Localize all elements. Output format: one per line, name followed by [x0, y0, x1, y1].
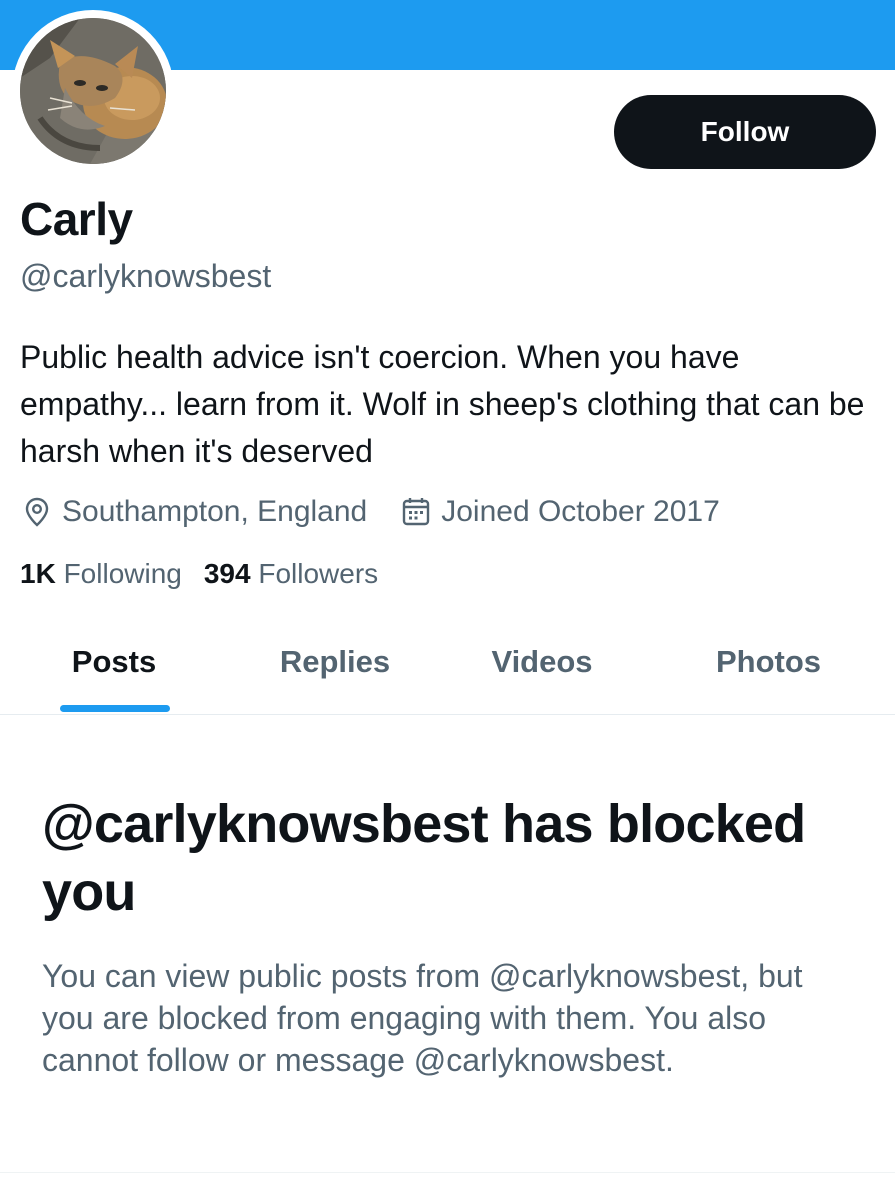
avatar-cat-photo: [20, 18, 166, 164]
joined-item: Joined October 2017: [399, 495, 720, 529]
following-count: 1K: [20, 558, 56, 589]
follow-button[interactable]: Follow: [614, 95, 876, 169]
calendar-icon: [399, 495, 433, 529]
location-text: Southampton, England: [62, 495, 368, 528]
avatar-ring: [12, 10, 174, 172]
followers-label: Followers: [258, 558, 379, 589]
tab-posts-label: Posts: [71, 644, 157, 679]
active-tab-indicator: [60, 705, 170, 712]
following-link[interactable]: 1K Following: [20, 558, 182, 590]
tab-posts[interactable]: Posts: [0, 630, 228, 714]
tab-videos-label: Videos: [491, 644, 593, 679]
following-label: Following: [63, 558, 182, 589]
tab-photos[interactable]: Photos: [642, 630, 895, 714]
avatar[interactable]: [20, 18, 166, 164]
location-pin-icon: [20, 495, 54, 529]
tab-photos-label: Photos: [715, 644, 822, 679]
profile-name: Carly: [20, 193, 133, 245]
blocked-title: @carlyknowsbest has blocked you: [42, 794, 806, 922]
joined-text: Joined October 2017: [441, 495, 720, 528]
location-item: Southampton, England: [20, 495, 367, 529]
tab-videos[interactable]: Videos: [442, 630, 642, 714]
tab-replies-label: Replies: [279, 644, 391, 679]
profile-handle: @carlyknowsbest: [20, 258, 272, 294]
profile-stats: 1K Following 394 Followers: [20, 558, 378, 590]
blocked-body: You can view public posts from @carlykno…: [42, 958, 803, 1078]
profile-meta: Southampton, England Joined October 2017: [20, 490, 720, 534]
profile-tabs: Posts Replies Videos Photos: [0, 630, 895, 715]
tab-replies[interactable]: Replies: [228, 630, 442, 714]
followers-count: 394: [203, 558, 251, 589]
divider: [0, 1172, 895, 1173]
profile-bio: Public health advice isn't coercion. Whe…: [20, 339, 865, 469]
followers-link[interactable]: 394 Followers: [204, 558, 378, 590]
